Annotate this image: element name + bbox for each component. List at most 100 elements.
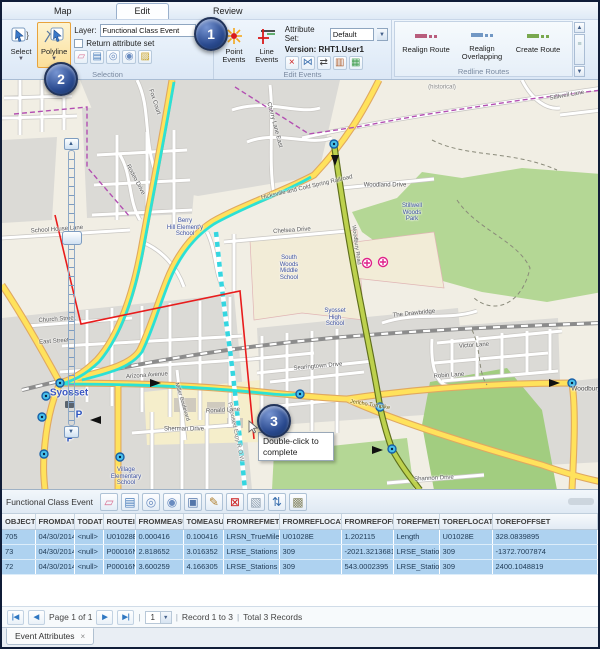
tab-event-attributes[interactable]: Event Attributes × bbox=[6, 628, 94, 645]
edit-events-group-label: Edit Events bbox=[214, 70, 391, 79]
edit-icon[interactable]: ✎ bbox=[205, 493, 223, 511]
redline-routes-group: Realign Route Realign OverlappingCreate R… bbox=[394, 21, 573, 77]
page-indicator: Page 1 of 1 bbox=[49, 612, 92, 622]
total-records-text: Total 3 Records bbox=[243, 612, 302, 622]
polyline-button[interactable]: Polyline ▼ bbox=[37, 22, 71, 68]
column-header[interactable]: TOREFLOCATION bbox=[439, 514, 492, 529]
sort-icon[interactable]: ⇅ bbox=[268, 493, 286, 511]
redline-buttons: Realign Route Realign OverlappingCreate R… bbox=[398, 24, 566, 65]
line-events-label: Line Events bbox=[255, 48, 279, 65]
delete-icon[interactable]: ⊠ bbox=[226, 493, 244, 511]
last-page-button[interactable]: ▶| bbox=[117, 610, 134, 625]
event-grid: OBJECTIDFROMDATETODATEROUTEIDFROMMEASURE… bbox=[2, 514, 598, 575]
zoom-to-icon[interactable]: ◎ bbox=[142, 493, 160, 511]
select-dropdown-caret[interactable]: ▼ bbox=[18, 57, 24, 61]
grid-body: 70504/30/2014<null>U01028E0.0004160.1004… bbox=[2, 529, 598, 574]
polyline-dropdown-caret[interactable]: ▼ bbox=[51, 57, 57, 61]
zoom-slider-track[interactable] bbox=[68, 150, 75, 426]
line-events-button[interactable]: Line Events bbox=[251, 22, 283, 68]
delete-event-icon[interactable]: × bbox=[285, 56, 299, 70]
attribute-set-select-arrow-icon[interactable]: ▼ bbox=[377, 28, 388, 41]
save-icon[interactable]: ▣ bbox=[184, 493, 202, 511]
ribbon: } Select ▼ Polyline ▼ Layer: Functional … bbox=[2, 20, 598, 80]
column-header[interactable]: FROMREFMETHOD bbox=[223, 514, 279, 529]
selection-mini-toolbar: ▱▤◎◉▨ bbox=[74, 50, 210, 64]
merge-events-icon[interactable]: ⋈ bbox=[301, 56, 315, 70]
selection-table-icon[interactable]: ▤ bbox=[90, 50, 104, 64]
grid-header-row: OBJECTIDFROMDATETODATEROUTEIDFROMMEASURE… bbox=[2, 514, 598, 529]
table-row[interactable]: 7204/30/2014<null>P00016N3.6002594.16630… bbox=[2, 559, 598, 574]
clear-selection-icon[interactable]: ▱ bbox=[100, 493, 118, 511]
column-header[interactable]: FROMREFLOCATION bbox=[279, 514, 341, 529]
map-view[interactable]: SyossetBerry Hill Element'y SchoolSouth … bbox=[2, 80, 598, 490]
ribbon-scrollbar: ▲ ≡ ▼ bbox=[573, 20, 586, 79]
return-attribute-set-checkbox[interactable] bbox=[74, 39, 83, 48]
column-header[interactable]: TOMEASURE bbox=[183, 514, 223, 529]
select-button[interactable]: } Select ▼ bbox=[5, 22, 37, 68]
realign-route-button[interactable]: Realign Route bbox=[398, 24, 454, 65]
attribute-set-label: Attribute Set: bbox=[285, 25, 327, 43]
page-size-value: 1 bbox=[145, 611, 161, 624]
next-page-button[interactable]: ▶ bbox=[96, 610, 113, 625]
scroll-down-icon[interactable]: ▼ bbox=[574, 66, 585, 77]
redline-button-label: Realign Overlapping bbox=[458, 45, 506, 62]
close-tab-icon[interactable]: × bbox=[81, 632, 86, 641]
column-header[interactable]: ROUTEID bbox=[103, 514, 135, 529]
column-header[interactable]: FROMREFOFFSET bbox=[341, 514, 393, 529]
grid-scrollbar[interactable] bbox=[568, 498, 594, 505]
column-header[interactable]: TODATE bbox=[74, 514, 103, 529]
first-page-button[interactable]: |◀ bbox=[7, 610, 24, 625]
create-route-button[interactable]: Create Route bbox=[510, 24, 566, 65]
zoom-out-icon[interactable]: ▼ bbox=[64, 426, 79, 438]
layer-label: Layer: bbox=[74, 26, 96, 35]
column-header[interactable]: FROMMEASURE bbox=[135, 514, 183, 529]
table-row[interactable]: 70504/30/2014<null>U01028E0.0004160.1004… bbox=[2, 529, 598, 544]
column-header[interactable]: FROMDATE bbox=[35, 514, 74, 529]
grid-toolbar: Functional Class Event ▱▤◎◉▣✎⊠▧⇅▩ bbox=[2, 490, 598, 514]
version-label: Version: RHT1.User1 bbox=[285, 45, 364, 54]
redline-dash-icon bbox=[415, 27, 437, 45]
select-by-attribute-icon[interactable]: ▨ bbox=[138, 50, 152, 64]
tab-edit[interactable]: Edit bbox=[116, 3, 170, 19]
clear-selection-icon[interactable]: ▱ bbox=[74, 50, 88, 64]
selection-group-label: Selection bbox=[2, 70, 213, 79]
show-table-icon[interactable]: ▤ bbox=[121, 493, 139, 511]
copy-icon[interactable]: ▧ bbox=[247, 493, 265, 511]
polyline-tool-icon bbox=[42, 25, 66, 47]
edit-events-group: Point Events Line Events Attribute Set: … bbox=[214, 20, 392, 79]
map-zoom-slider[interactable]: ▲ ▼ bbox=[60, 138, 82, 438]
scrollbar-thumb[interactable]: ≡ bbox=[574, 34, 585, 65]
edit-events-mini-toolbar: ×⋈⇄▥▦ bbox=[285, 56, 388, 70]
svg-text:}: } bbox=[26, 30, 29, 40]
scroll-up-icon[interactable]: ▲ bbox=[574, 22, 585, 33]
event-attributes-icon[interactable]: ▥ bbox=[333, 56, 347, 70]
split-event-icon[interactable]: ⇄ bbox=[317, 56, 331, 70]
zoom-to-selection-icon[interactable]: ◎ bbox=[106, 50, 120, 64]
column-header[interactable]: TOREFOFFSET bbox=[492, 514, 598, 529]
column-header[interactable]: TOREFMETHOD bbox=[393, 514, 439, 529]
page-size-arrow-icon[interactable]: ▼ bbox=[161, 611, 172, 624]
tab-review[interactable]: Review bbox=[195, 4, 261, 19]
tab-map[interactable]: Map bbox=[36, 4, 90, 19]
zoom-slider-thumb[interactable] bbox=[62, 231, 82, 245]
attribute-set-select[interactable]: Default bbox=[330, 28, 374, 41]
column-header[interactable]: OBJECTID bbox=[2, 514, 35, 529]
ribbon-tab-bar: Map Edit Review bbox=[2, 2, 598, 20]
callout-1: 1 bbox=[194, 17, 228, 51]
pan-to-selection-icon[interactable]: ◉ bbox=[122, 50, 136, 64]
prev-page-button[interactable]: ◀ bbox=[28, 610, 45, 625]
layer-select[interactable]: Functional Class Event bbox=[100, 24, 196, 37]
realign-overlapping-button[interactable]: Realign Overlapping bbox=[454, 24, 510, 65]
attribute-grid-icon[interactable]: ▦ bbox=[349, 56, 363, 70]
grid-button-strip: ▱▤◎◉▣✎⊠▧⇅▩ bbox=[100, 493, 307, 511]
redline-dash-icon bbox=[471, 27, 493, 44]
grid-pager: |◀ ◀ Page 1 of 1 ▶ ▶| | 1 ▼ | Record 1 t… bbox=[2, 606, 598, 627]
export-icon[interactable]: ▩ bbox=[289, 493, 307, 511]
basemap bbox=[2, 80, 598, 490]
page-size-dropdown[interactable]: 1 ▼ bbox=[145, 611, 172, 624]
line-events-icon bbox=[255, 25, 279, 47]
pan-to-icon[interactable]: ◉ bbox=[163, 493, 181, 511]
table-row[interactable]: 7304/30/2014<null>P00016N2.8186523.01635… bbox=[2, 544, 598, 559]
redline-button-label: Realign Route bbox=[402, 46, 450, 55]
zoom-in-icon[interactable]: ▲ bbox=[64, 138, 79, 150]
